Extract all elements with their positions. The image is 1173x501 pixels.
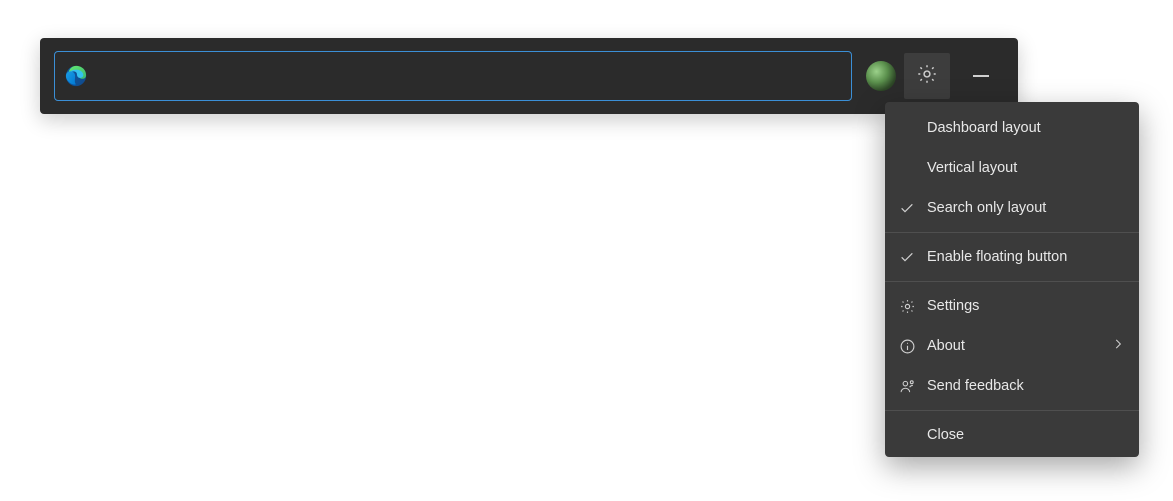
minimize-button[interactable] xyxy=(958,53,1004,99)
menu-item-dashboard-layout[interactable]: Dashboard layout xyxy=(885,108,1139,148)
search-box[interactable] xyxy=(54,51,852,101)
menu-label: About xyxy=(927,338,1111,354)
menu-label: Vertical layout xyxy=(927,160,1125,176)
menu-item-settings[interactable]: Settings xyxy=(885,286,1139,326)
settings-menu: Dashboard layout Vertical layout Search … xyxy=(885,102,1139,457)
menu-label: Close xyxy=(927,427,1125,443)
edge-logo-icon xyxy=(65,65,87,87)
menu-item-send-feedback[interactable]: Send feedback xyxy=(885,366,1139,406)
menu-label: Send feedback xyxy=(927,378,1125,394)
chevron-right-icon xyxy=(1111,337,1125,355)
menu-label: Enable floating button xyxy=(927,249,1125,265)
settings-button[interactable] xyxy=(904,53,950,99)
feedback-icon xyxy=(899,378,927,395)
menu-label: Search only layout xyxy=(927,200,1125,216)
menu-divider xyxy=(885,281,1139,282)
edge-bar-toolbar xyxy=(40,38,1018,114)
minimize-icon xyxy=(973,75,989,77)
menu-item-enable-floating-button[interactable]: Enable floating button xyxy=(885,237,1139,277)
search-input[interactable] xyxy=(97,52,841,100)
menu-item-about[interactable]: About xyxy=(885,326,1139,366)
gear-icon xyxy=(899,298,927,315)
menu-label: Dashboard layout xyxy=(927,120,1125,136)
check-icon xyxy=(899,249,927,265)
menu-item-search-only-layout[interactable]: Search only layout xyxy=(885,188,1139,228)
info-icon xyxy=(899,338,927,355)
menu-item-close[interactable]: Close xyxy=(885,415,1139,455)
check-icon xyxy=(899,200,927,216)
gear-icon xyxy=(916,63,938,90)
menu-divider xyxy=(885,232,1139,233)
menu-divider xyxy=(885,410,1139,411)
user-avatar[interactable] xyxy=(866,61,896,91)
menu-label: Settings xyxy=(927,298,1125,314)
menu-item-vertical-layout[interactable]: Vertical layout xyxy=(885,148,1139,188)
toolbar-right xyxy=(866,53,1004,99)
